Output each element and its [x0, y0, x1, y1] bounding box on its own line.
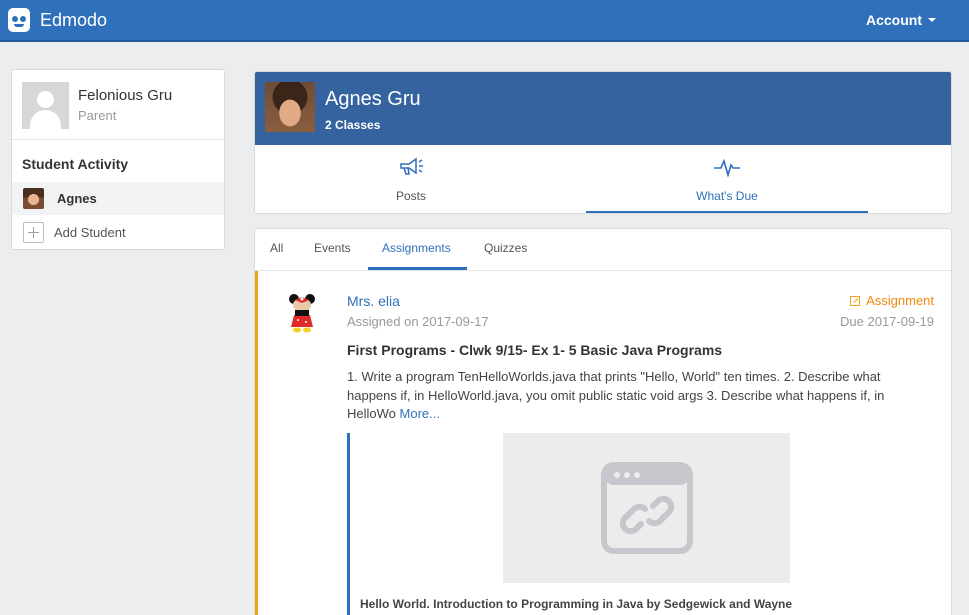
account-label: Account	[866, 12, 922, 28]
link-attachment[interactable]: Hello World. Introduction to Programming…	[347, 433, 937, 615]
add-student-label: Add Student	[54, 225, 126, 240]
tab-assignments[interactable]: Assignments	[382, 241, 451, 255]
profile-name: Felonious Gru	[78, 87, 173, 104]
assignment-title: First Programs - Clwk 9/15- Ex 1- 5 Basi…	[347, 342, 723, 358]
student-banner: Agnes Gru 2 Classes	[255, 72, 951, 145]
plus-icon	[23, 222, 44, 243]
tab-whats-due-label: What's Due	[696, 189, 758, 203]
default-avatar-icon	[22, 82, 69, 129]
active-filter-indicator	[368, 267, 467, 270]
tab-posts-label: Posts	[395, 189, 426, 203]
student-activity-heading: Student Activity	[22, 156, 129, 172]
tab-events[interactable]: Events	[314, 241, 351, 255]
assigned-date: Assigned on 2017-09-17	[347, 314, 489, 329]
assignment-description: 1. Write a program TenHelloWorlds.java t…	[347, 368, 927, 424]
parent-sidebar: Felonious Gru Parent Student Activity Ag…	[11, 69, 225, 250]
student-photo	[265, 82, 315, 132]
profile-role: Parent	[78, 108, 117, 123]
due-feed: All Events Assignments Quizzes Mrs. elia…	[254, 228, 952, 615]
more-link[interactable]: More...	[400, 406, 440, 421]
sidebar-item-agnes[interactable]: Agnes	[12, 182, 224, 215]
active-tab-indicator	[586, 211, 868, 213]
brand-name: Edmodo	[40, 9, 108, 30]
teacher-avatar	[289, 294, 315, 333]
link-thumbnail[interactable]	[503, 433, 790, 583]
megaphone-icon	[400, 157, 423, 175]
tab-quizzes[interactable]: Quizzes	[484, 241, 527, 255]
tab-posts[interactable]: Posts	[270, 145, 552, 213]
pencil-square-icon	[850, 295, 861, 306]
teacher-name-link[interactable]: Mrs. elia	[347, 293, 400, 309]
filter-tabs: All Events Assignments Quizzes	[255, 229, 951, 271]
student-full-name: Agnes Gru	[325, 88, 421, 110]
student-name: Agnes	[57, 191, 97, 206]
caret-down-icon	[928, 18, 936, 22]
student-tabs: Posts What's Due	[255, 145, 951, 213]
due-date: Due 2017-09-19	[840, 314, 934, 329]
link-window-icon	[601, 462, 693, 554]
class-count: 2 Classes	[325, 118, 381, 132]
tab-all[interactable]: All	[270, 241, 283, 255]
assignment-type-label: Assignment	[866, 293, 934, 308]
assignment-type-badge: Assignment	[850, 293, 934, 308]
pulse-icon	[714, 158, 740, 178]
add-student-button[interactable]: Add Student	[12, 216, 224, 249]
brand-home-link[interactable]: Edmodo	[8, 8, 107, 32]
parent-profile[interactable]: Felonious Gru Parent	[12, 70, 224, 140]
student-avatar	[23, 188, 44, 209]
account-menu-button[interactable]: Account	[866, 12, 936, 28]
assignment-post: Mrs. elia Assigned on 2017-09-17 Assignm…	[255, 271, 951, 615]
top-navigation-bar: Edmodo Account	[0, 0, 969, 42]
link-caption[interactable]: Hello World. Introduction to Programming…	[360, 597, 792, 611]
student-header-card: Agnes Gru 2 Classes Posts What's Due	[254, 71, 952, 214]
tab-whats-due[interactable]: What's Due	[586, 145, 868, 213]
edmodo-logo-icon	[8, 8, 30, 32]
